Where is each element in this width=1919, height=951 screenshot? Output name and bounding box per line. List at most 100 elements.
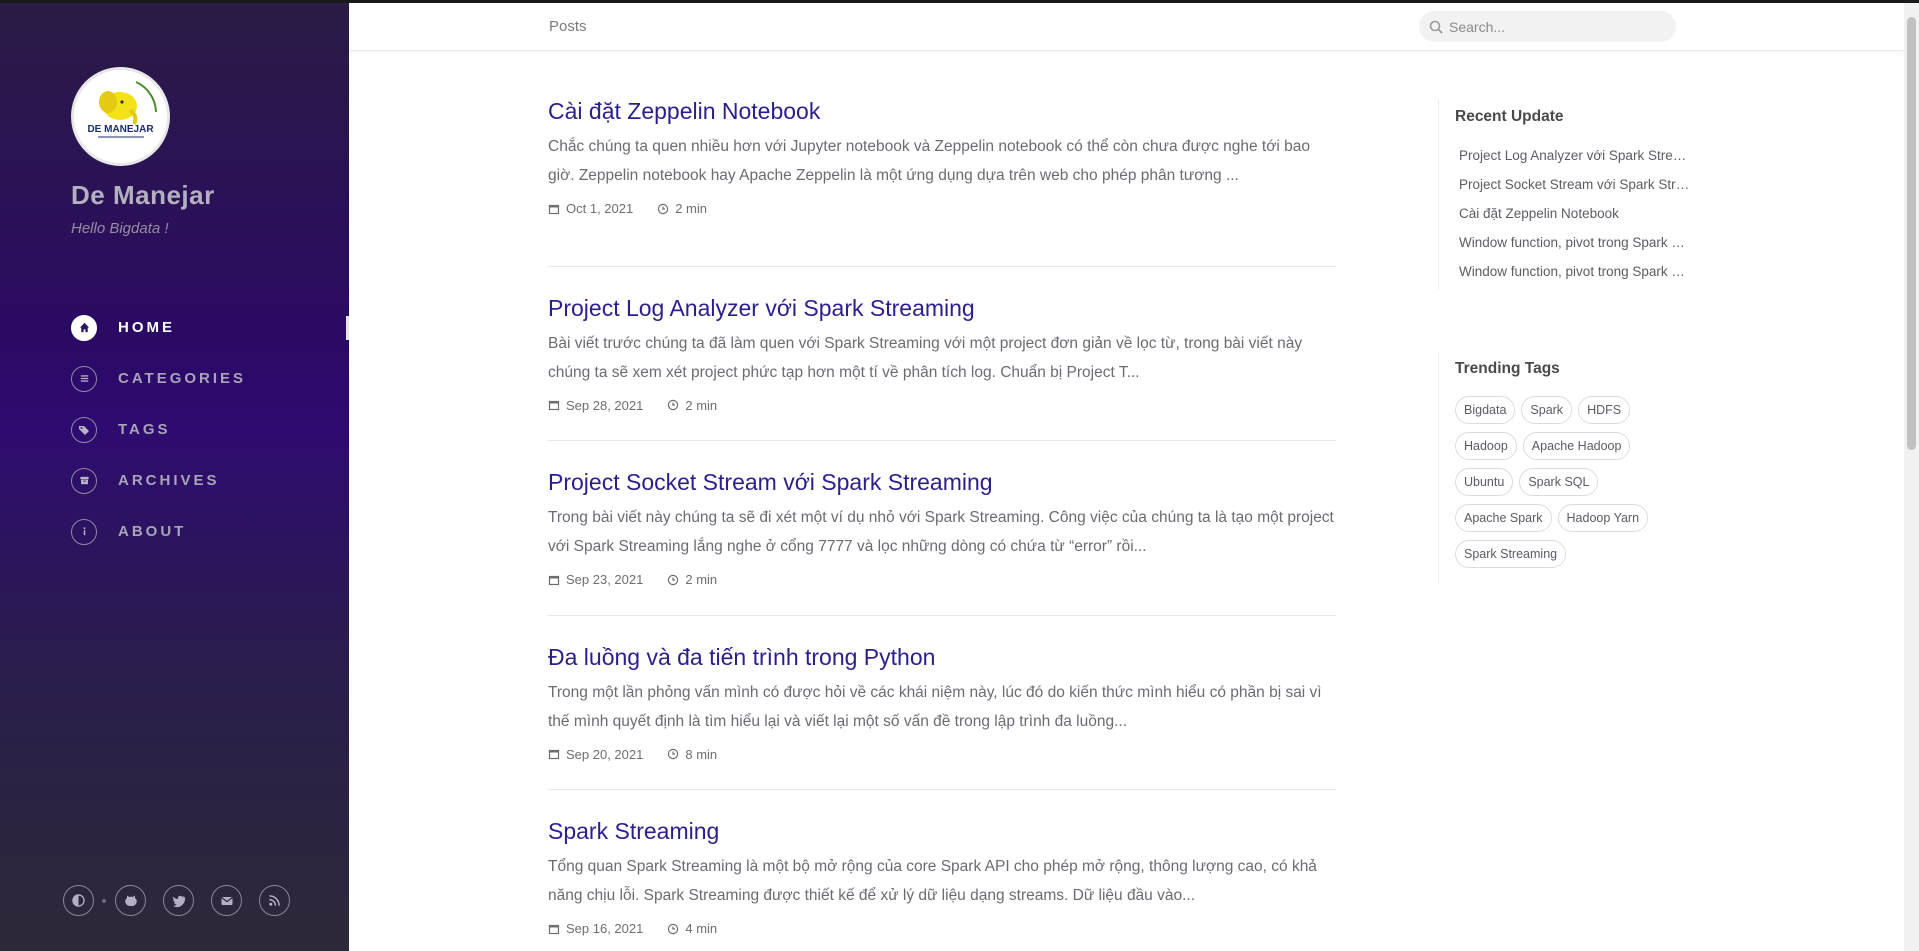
github-icon[interactable] xyxy=(115,885,146,916)
post-item: Đa luồng và đa tiến trình trong Python T… xyxy=(548,616,1336,791)
tag-list: Bigdata Spark HDFS Hadoop Apache Hadoop … xyxy=(1455,396,1695,576)
post-read-time: 2 min xyxy=(657,201,707,216)
stream-icon xyxy=(71,365,97,392)
post-date: Sep 23, 2021 xyxy=(548,572,643,587)
post-meta: Sep 23, 2021 2 min xyxy=(548,572,1336,587)
tag-chip[interactable]: Ubuntu xyxy=(1455,468,1514,496)
sidebar: DE MANEJAR De Manejar Hello Bigdata ! HO… xyxy=(0,0,349,951)
post-date-text: Sep 20, 2021 xyxy=(566,746,644,762)
post-date: Oct 1, 2021 xyxy=(548,201,633,216)
logo-text: DE MANEJAR xyxy=(87,124,154,135)
nav-label: CATEGORIES xyxy=(118,370,247,387)
post-date-text: Oct 1, 2021 xyxy=(566,201,634,216)
calendar-icon xyxy=(548,204,560,214)
post-title[interactable]: Spark Streaming xyxy=(548,816,1336,846)
separator-dot xyxy=(102,898,106,903)
archive-icon xyxy=(71,467,97,494)
post-date-text: Sep 23, 2021 xyxy=(566,572,644,588)
post-read-time: 8 min xyxy=(667,747,717,762)
tag-chip[interactable]: Apache Hadoop xyxy=(1522,432,1631,460)
sidebar-social-bar xyxy=(63,885,307,916)
post-excerpt: Trong bài viết này chúng ta sẽ đi xét mộ… xyxy=(548,509,1334,556)
scrollbar-thumb[interactable] xyxy=(1907,17,1916,450)
post-item: Spark Streaming Tổng quan Spark Streamin… xyxy=(548,790,1336,951)
post-read-time: 4 min xyxy=(667,921,717,936)
email-icon[interactable] xyxy=(211,885,242,916)
breadcrumb: Posts xyxy=(549,18,587,35)
recent-update-item[interactable]: Project Log Analyzer với Spark Streaming xyxy=(1455,141,1691,170)
post-date-text: Sep 16, 2021 xyxy=(566,921,644,937)
avatar[interactable]: DE MANEJAR xyxy=(71,67,170,166)
calendar-icon xyxy=(548,575,560,585)
top-border xyxy=(0,0,1919,3)
tag-chip[interactable]: HDFS xyxy=(1578,396,1631,424)
post-excerpt: Bài viết trước chúng ta đã làm quen với … xyxy=(548,334,1303,381)
post-date: Sep 16, 2021 xyxy=(548,921,643,936)
trending-tags-panel: Trending Tags Bigdata Spark HDFS Hadoop … xyxy=(1438,352,1698,584)
post-list: Cài đặt Zeppelin Notebook Chắc chúng ta … xyxy=(548,92,1336,951)
tag-chip[interactable]: Bigdata xyxy=(1455,396,1516,424)
search-icon xyxy=(1429,20,1443,34)
theme-toggle-icon[interactable] xyxy=(63,885,94,916)
clock-icon xyxy=(658,203,669,214)
post-read-time-text: 4 min xyxy=(685,921,718,937)
search-input[interactable] xyxy=(1449,18,1669,35)
post-item: Cài đặt Zeppelin Notebook Chắc chúng ta … xyxy=(548,92,1336,267)
post-date: Sep 20, 2021 xyxy=(548,747,643,762)
search-box[interactable] xyxy=(1419,11,1676,42)
tag-chip[interactable]: Spark SQL xyxy=(1519,468,1599,496)
tag-chip[interactable]: Hadoop Yarn xyxy=(1557,504,1649,532)
post-read-time-text: 2 min xyxy=(685,397,718,413)
recent-update-item[interactable]: Project Socket Stream với Spark Streamin… xyxy=(1455,170,1691,199)
sidebar-nav: HOME CATEGORIES TAGS ARCHIVES ABOUT xyxy=(71,302,349,557)
post-title[interactable]: Đa luồng và đa tiến trình trong Python xyxy=(548,642,1336,672)
post-title[interactable]: Cài đặt Zeppelin Notebook xyxy=(548,96,1336,126)
page-scrollbar[interactable] xyxy=(1904,3,1919,951)
post-read-time: 2 min xyxy=(667,398,717,413)
post-date: Sep 28, 2021 xyxy=(548,398,643,413)
post-excerpt: Trong một lần phỏng vấn mình có được hỏi… xyxy=(548,683,1322,730)
calendar-icon xyxy=(548,400,560,411)
calendar-icon xyxy=(548,750,560,760)
recent-update-heading: Recent Update xyxy=(1455,108,1564,125)
recent-update-item[interactable]: Window function, pivot trong Spark SQL xyxy=(1455,228,1691,257)
post-meta: Oct 1, 2021 2 min xyxy=(548,201,1336,216)
post-title[interactable]: Project Log Analyzer với Spark Streaming xyxy=(548,293,1336,323)
nav-label: TAGS xyxy=(118,421,171,438)
nav-label: ABOUT xyxy=(118,523,187,540)
post-read-time-text: 2 min xyxy=(675,201,708,216)
post-title[interactable]: Project Socket Stream với Spark Streamin… xyxy=(548,467,1336,497)
post-meta: Sep 28, 2021 2 min xyxy=(548,398,1336,413)
info-icon xyxy=(71,518,97,545)
clock-icon xyxy=(668,923,679,935)
nav-label: HOME xyxy=(118,319,175,336)
clock-icon xyxy=(668,749,679,760)
recent-update-item[interactable]: Cài đặt Zeppelin Notebook xyxy=(1455,199,1691,228)
tag-chip[interactable]: Spark xyxy=(1521,396,1573,424)
post-read-time: 2 min xyxy=(667,572,717,587)
nav-item-categories[interactable]: CATEGORIES xyxy=(71,353,349,404)
post-meta: Sep 16, 2021 4 min xyxy=(548,921,1336,936)
site-title[interactable]: De Manejar xyxy=(71,180,215,211)
post-read-time-text: 8 min xyxy=(685,746,718,762)
nav-item-home[interactable]: HOME xyxy=(71,302,349,353)
calendar-icon xyxy=(548,924,560,934)
topbar: Posts xyxy=(349,3,1904,51)
twitter-icon[interactable] xyxy=(163,885,194,916)
home-icon xyxy=(71,314,97,341)
post-excerpt: Chắc chúng ta quen nhiều hơn với Jupyter… xyxy=(548,138,1310,184)
recent-update-item[interactable]: Window function, pivot trong Spark SQL xyxy=(1455,257,1691,286)
post-excerpt: Tổng quan Spark Streaming là một bộ mở r… xyxy=(548,858,1317,905)
post-meta: Sep 20, 2021 8 min xyxy=(548,747,1336,762)
nav-item-tags[interactable]: TAGS xyxy=(71,404,349,455)
nav-item-archives[interactable]: ARCHIVES xyxy=(71,455,349,506)
site-subtitle: Hello Bigdata ! xyxy=(71,220,169,237)
tag-chip[interactable]: Spark Streaming xyxy=(1455,540,1567,568)
rss-icon[interactable] xyxy=(259,885,290,916)
clock-icon xyxy=(668,399,679,411)
tag-chip[interactable]: Apache Spark xyxy=(1455,504,1552,532)
nav-item-about[interactable]: ABOUT xyxy=(71,506,349,557)
nav-label: ARCHIVES xyxy=(118,472,220,489)
tag-chip[interactable]: Hadoop xyxy=(1455,432,1517,460)
post-item: Project Log Analyzer với Spark Streaming… xyxy=(548,267,1336,442)
